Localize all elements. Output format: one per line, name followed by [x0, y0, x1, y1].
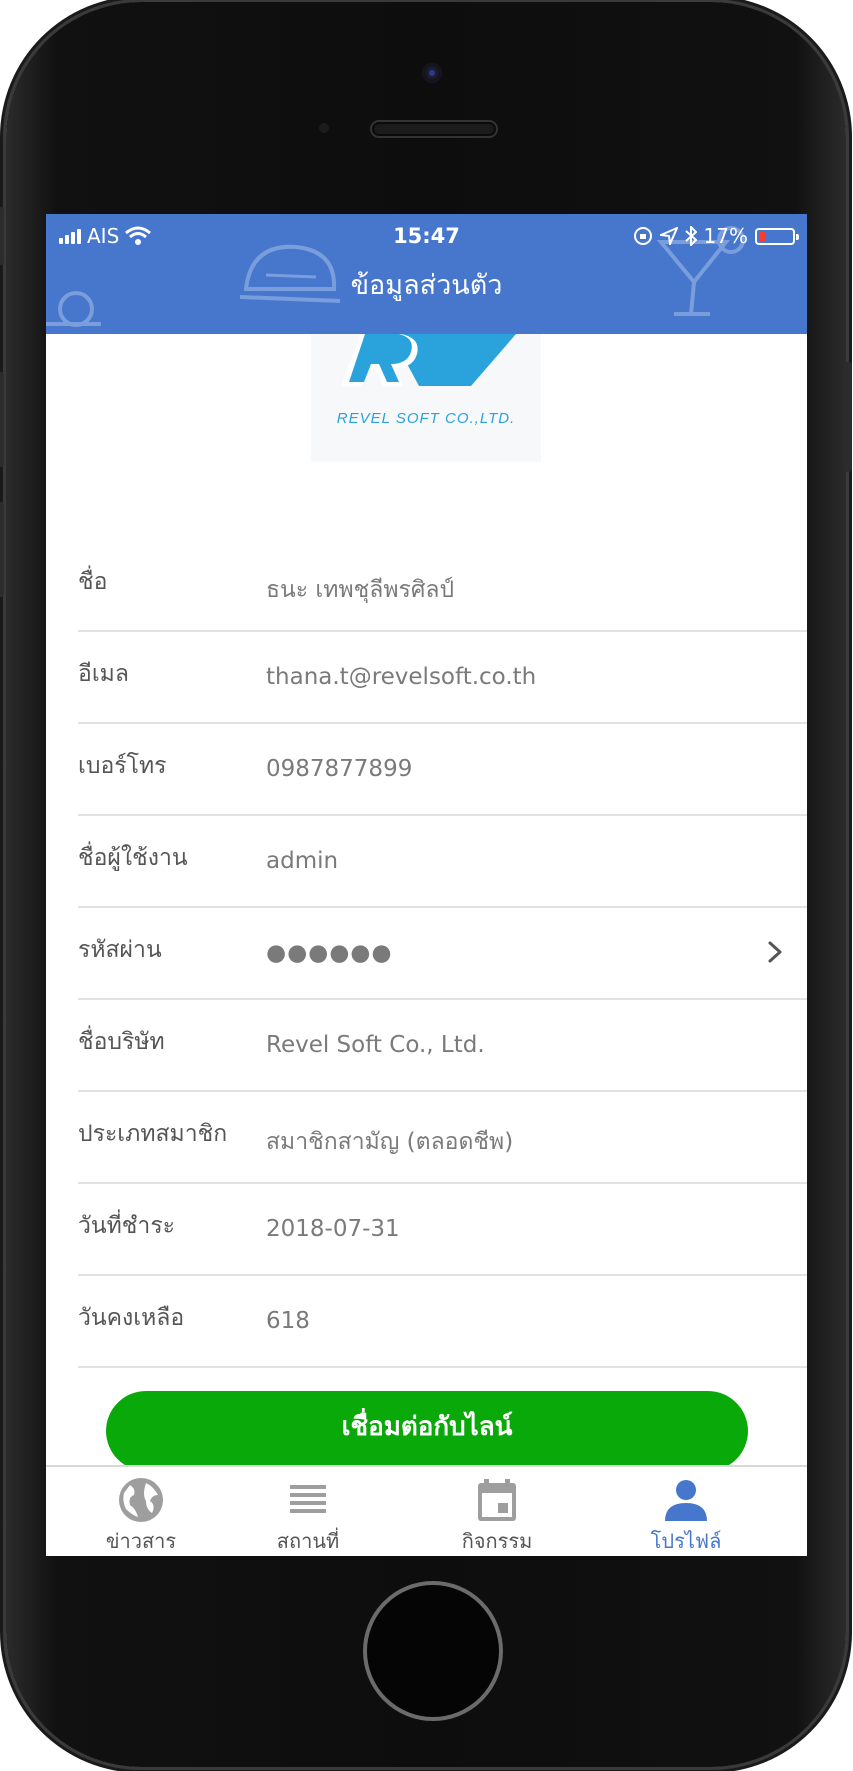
- battery-percent: 17%: [703, 224, 748, 248]
- profile-list: ชื่อ ธนะ เทพชุลีพรศิลป์ อีเมล thana.t@re…: [46, 540, 807, 1368]
- row-label: ชื่อผู้ใช้งาน: [78, 845, 188, 871]
- profile-row-name: ชื่อ ธนะ เทพชุลีพรศิลป์: [46, 540, 807, 632]
- chevron-right-icon[interactable]: [761, 938, 789, 966]
- calendar-icon: [478, 1479, 516, 1521]
- row-label: วันคงเหลือ: [78, 1305, 185, 1331]
- row-label: ชื่อบริษัท: [78, 1029, 165, 1055]
- earpiece-speaker: [370, 120, 498, 138]
- profile-row-payment-date: วันที่ชำระ 2018-07-31: [46, 1184, 807, 1276]
- profile-row-username: ชื่อผู้ใช้งาน admin: [46, 816, 807, 908]
- mute-switch: [0, 207, 4, 265]
- row-value: 2018-07-31: [266, 1216, 400, 1242]
- row-label: ประเภทสมาชิก: [78, 1121, 228, 1147]
- front-camera: [422, 63, 442, 83]
- row-value: thana.t@revelsoft.co.th: [266, 664, 537, 690]
- rotation-lock-icon: [633, 227, 652, 245]
- app-screen: AIS 15:47 17% ข้อมูลส่วนตัว REVEL SOFT C…: [46, 214, 807, 1556]
- tab-bar: ข่าวสาร สถานที่ กิจกรรม โปรไฟล์: [46, 1465, 807, 1556]
- row-label: รหัสผ่าน: [78, 937, 162, 963]
- app-header: AIS 15:47 17% ข้อมูลส่วนตัว: [46, 214, 807, 334]
- profile-row-company: ชื่อบริษัท Revel Soft Co., Ltd.: [46, 1000, 807, 1092]
- power-button: [844, 362, 852, 472]
- revel-soft-logo-mark: [341, 334, 516, 386]
- tab-news[interactable]: ข่าวสาร: [46, 1467, 236, 1556]
- row-label: เบอร์โทร: [78, 753, 167, 779]
- proximity-sensor: [319, 123, 329, 133]
- row-label: วันที่ชำระ: [78, 1213, 176, 1239]
- tab-label: โปรไฟล์: [650, 1529, 722, 1553]
- row-value: สมาชิกสามัญ (ตลอดชีพ): [266, 1129, 514, 1155]
- row-value: 618: [266, 1308, 310, 1334]
- connect-line-button[interactable]: เชื่อมต่อกับไลน์: [106, 1391, 748, 1471]
- profile-row-days-remaining: วันคงเหลือ 618: [46, 1276, 807, 1368]
- volume-up-button: [0, 372, 4, 467]
- row-label: อีเมล: [78, 661, 129, 687]
- row-value: Revel Soft Co., Ltd.: [266, 1032, 485, 1058]
- status-bar: AIS 15:47 17%: [46, 224, 807, 254]
- person-icon: [665, 1480, 707, 1521]
- tab-places[interactable]: สถานที่: [213, 1467, 403, 1556]
- tab-label: ข่าวสาร: [105, 1529, 177, 1553]
- row-value: 0987877899: [266, 756, 413, 782]
- location-arrow-icon: [659, 227, 678, 245]
- page-title: ข้อมูลส่วนตัว: [350, 270, 503, 301]
- row-value: admin: [266, 848, 339, 874]
- profile-row-password[interactable]: รหัสผ่าน ●●●●●●: [46, 908, 807, 1000]
- logo-text: REVEL SOFT CO.,LTD.: [336, 410, 516, 427]
- row-value: ●●●●●●: [266, 940, 393, 966]
- tab-label: สถานที่: [276, 1529, 340, 1553]
- tab-label: กิจกรรม: [461, 1529, 533, 1553]
- tab-activities[interactable]: กิจกรรม: [402, 1467, 592, 1556]
- company-logo: REVEL SOFT CO.,LTD.: [311, 334, 541, 462]
- home-button[interactable]: [363, 1581, 503, 1721]
- globe-icon: [119, 1478, 163, 1522]
- row-value: ธนะ เทพชุลีพรศิลป์: [266, 577, 455, 603]
- profile-row-email: อีเมล thana.t@revelsoft.co.th: [46, 632, 807, 724]
- battery-icon: [755, 227, 799, 245]
- list-icon: [290, 1485, 326, 1513]
- profile-row-member-type: ประเภทสมาชิก สมาชิกสามัญ (ตลอดชีพ): [46, 1092, 807, 1184]
- profile-row-phone: เบอร์โทร 0987877899: [46, 724, 807, 816]
- bluetooth-icon: [684, 226, 697, 246]
- tab-profile[interactable]: โปรไฟล์: [591, 1467, 781, 1556]
- row-label: ชื่อ: [78, 569, 108, 595]
- volume-down-button: [0, 502, 4, 597]
